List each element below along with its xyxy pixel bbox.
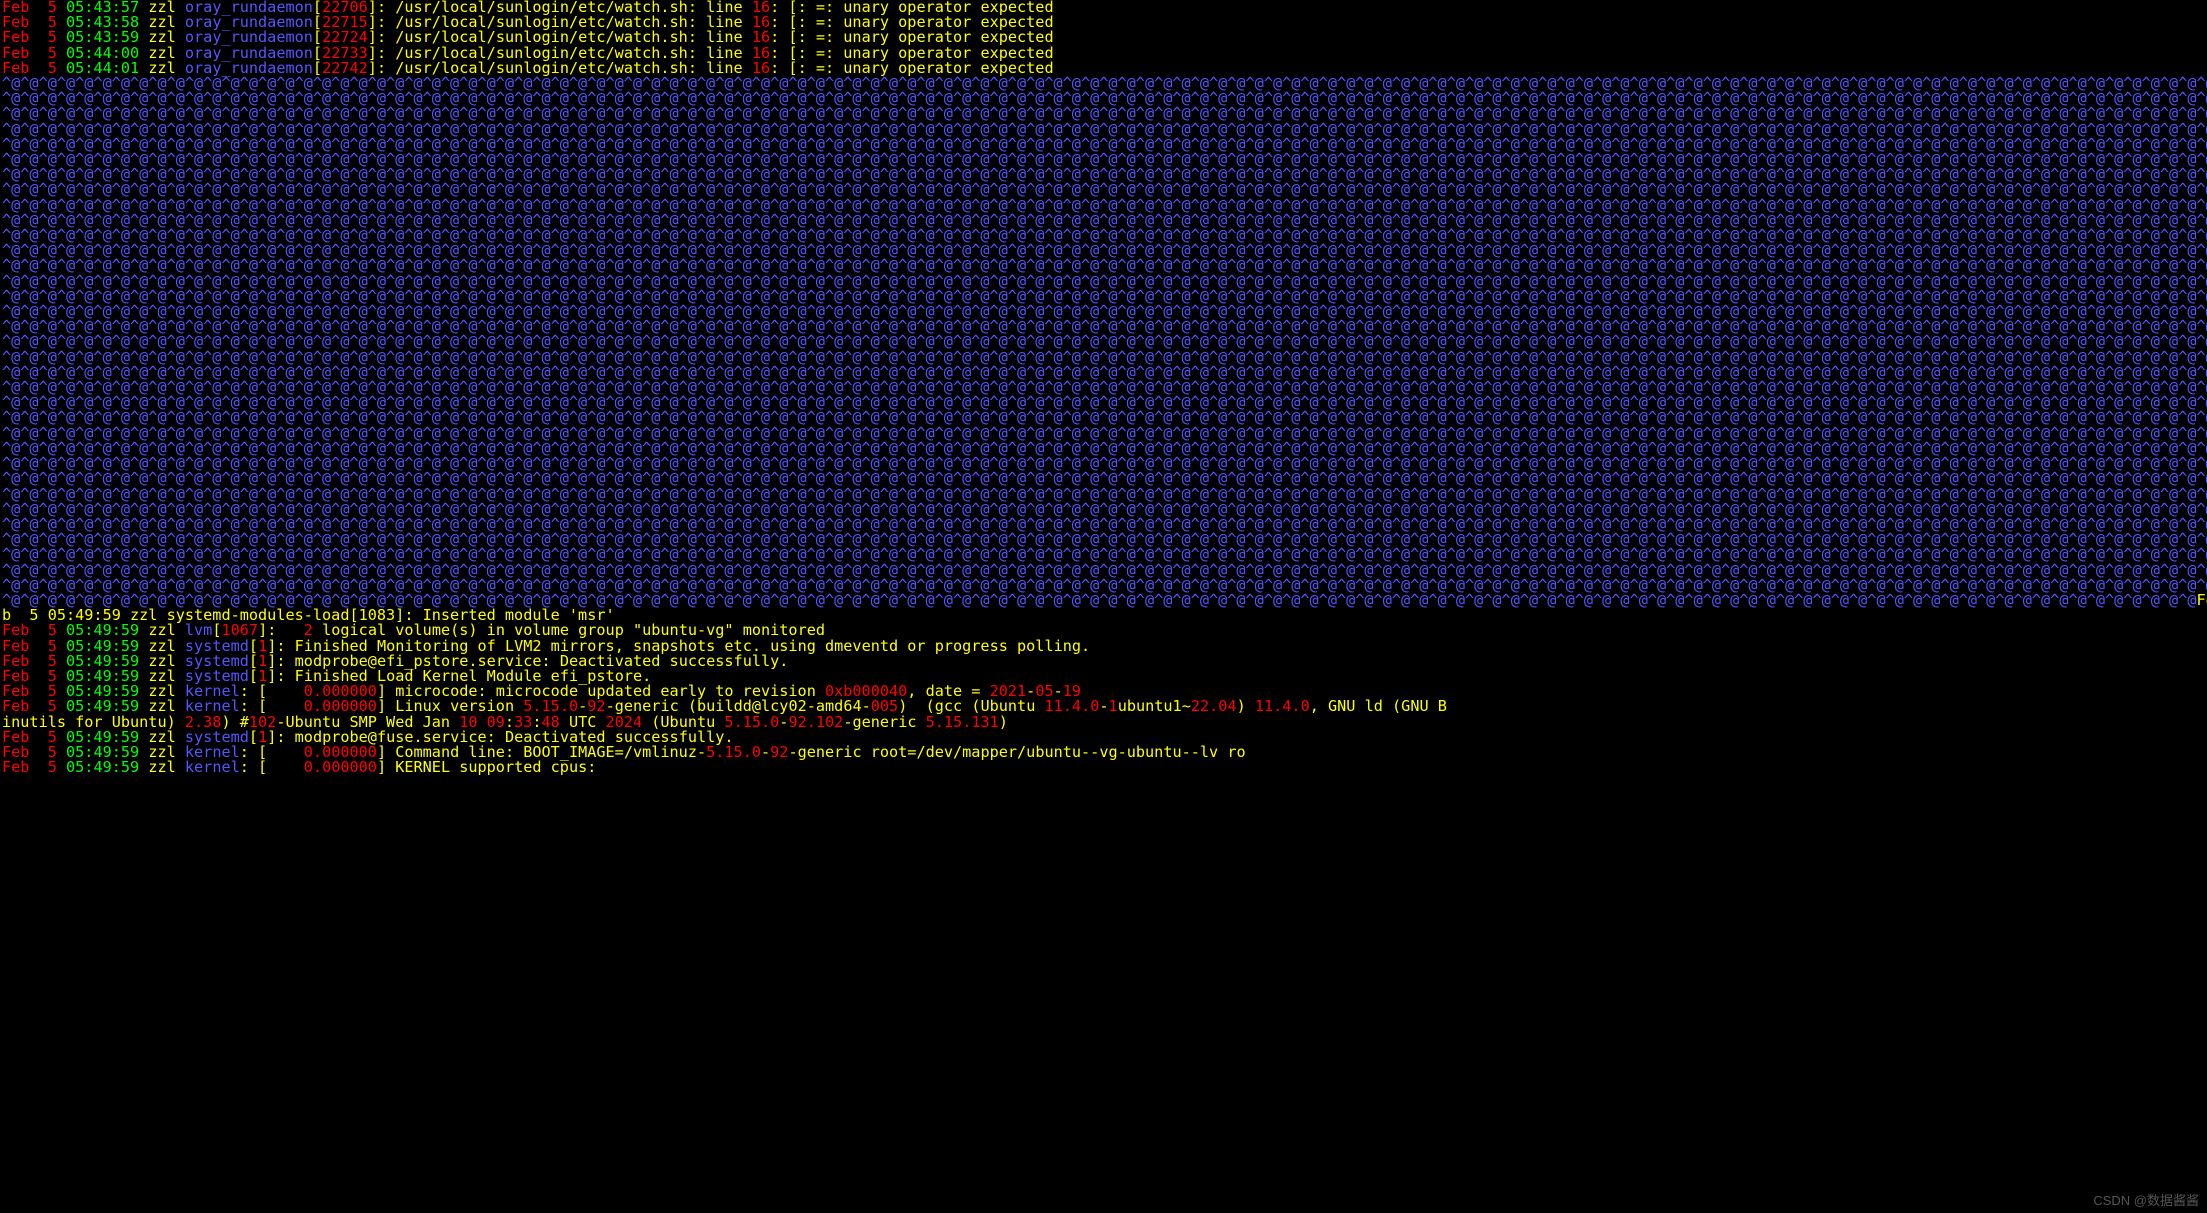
- terminal-output[interactable]: Feb 5 05:43:57 zzl oray_rundaemon[22706]…: [0, 0, 2207, 775]
- watermark-text: CSDN @数据酱酱: [2093, 1190, 2199, 1209]
